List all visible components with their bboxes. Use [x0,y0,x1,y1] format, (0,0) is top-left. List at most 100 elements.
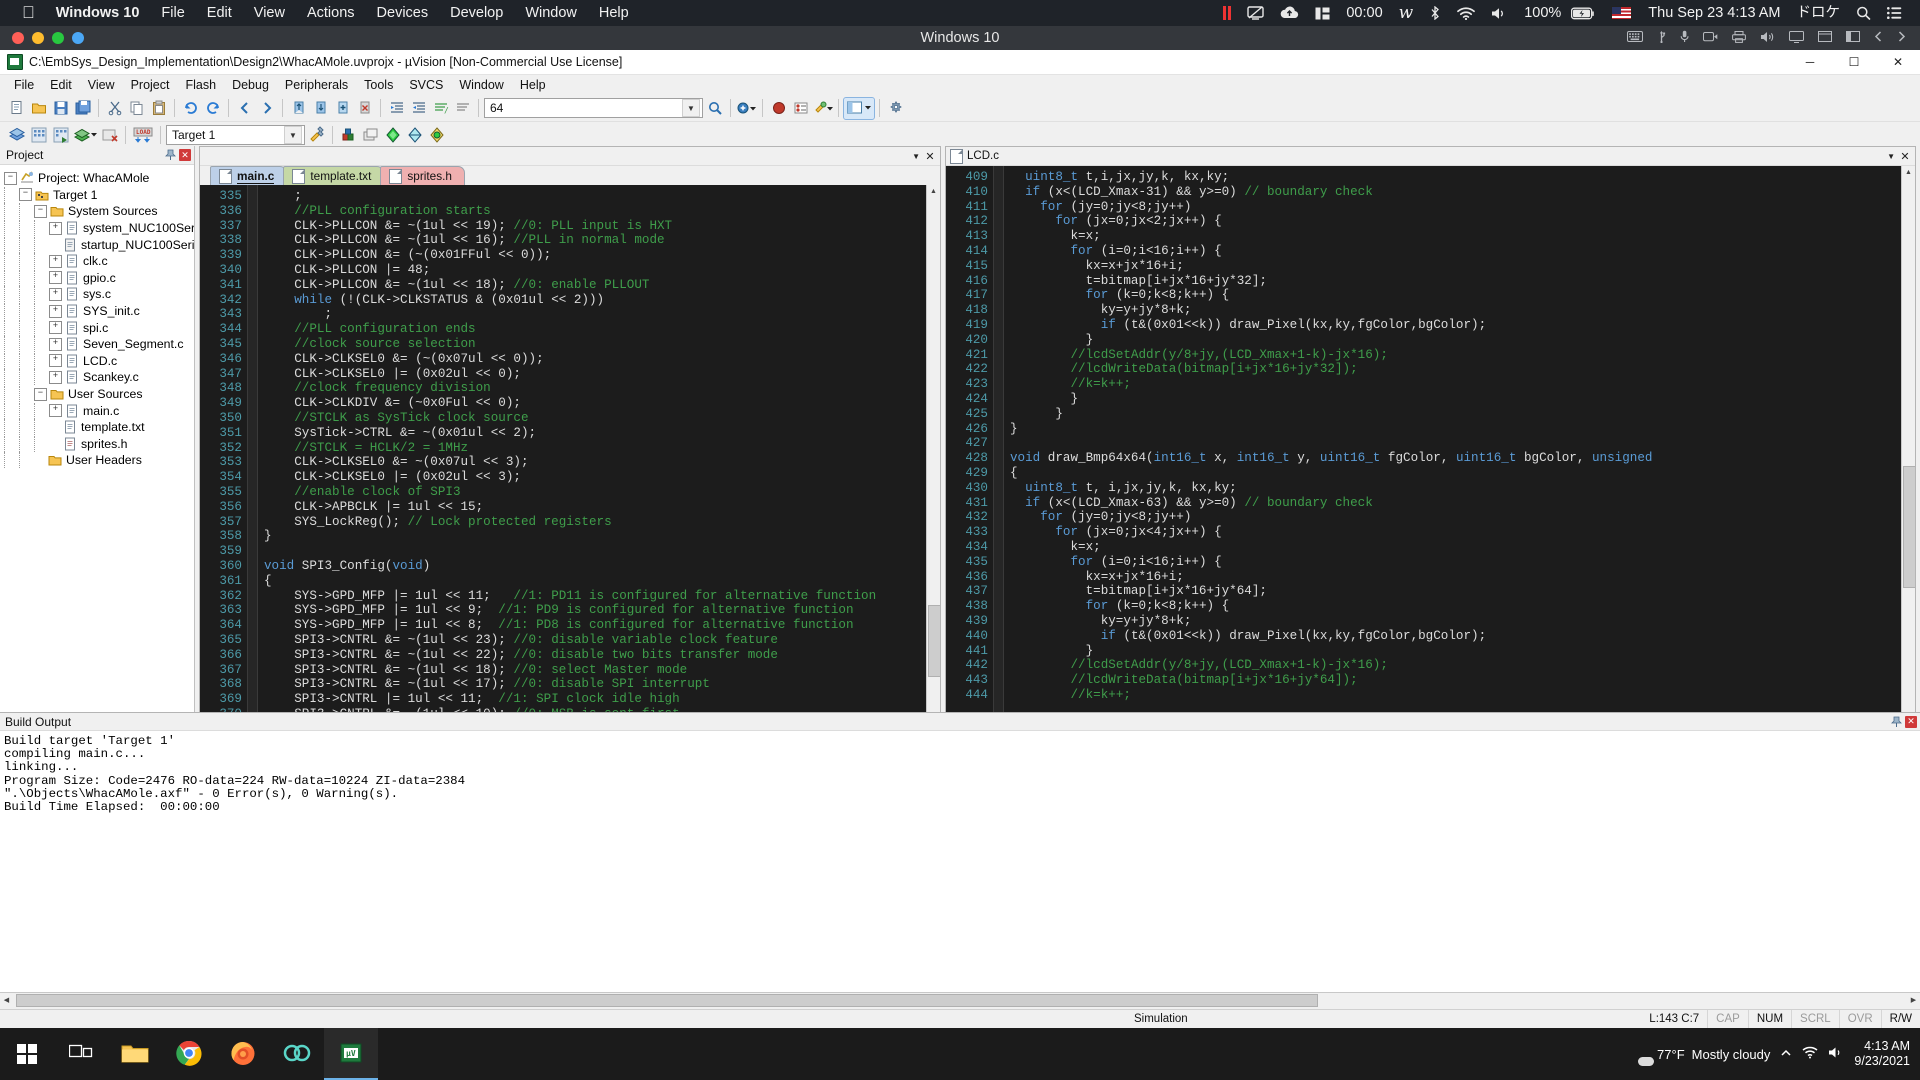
tree-item[interactable]: + SYS_init.c [4,303,194,320]
network-icon[interactable] [1802,1046,1818,1062]
vscroll-thumb[interactable] [1903,466,1915,588]
indent-icon[interactable] [386,98,407,119]
copy-icon[interactable] [126,98,147,119]
input-source-label[interactable]: ドロケ [1789,0,1849,26]
uvision-taskbar-button[interactable]: µV [324,1028,378,1080]
apple-logo-icon[interactable]:  [12,2,45,24]
tree-item[interactable]: − Target 1 [4,186,194,204]
tree-expander[interactable]: + [49,221,62,235]
macos-menu-file[interactable]: File [150,0,195,26]
close-icon[interactable]: ✕ [924,150,936,163]
split-view-icon[interactable] [1307,7,1338,20]
camera-icon[interactable] [1703,31,1718,45]
menu-flash[interactable]: Flash [177,75,224,95]
tree-expander[interactable]: + [49,321,62,335]
pack-installer-icon[interactable] [382,125,403,146]
tree-item[interactable]: + clk.c [4,253,194,270]
chrome-button[interactable] [162,1028,216,1080]
tree-expander[interactable]: + [49,287,62,301]
chevron-down-icon[interactable]: ▼ [1887,152,1895,161]
paste-icon[interactable] [148,98,169,119]
vscroll-thumb[interactable] [928,605,940,677]
menu-debug[interactable]: Debug [224,75,277,95]
new-file-icon[interactable] [6,98,27,119]
clear-bookmarks-icon[interactable] [354,98,375,119]
menu-svcs[interactable]: SVCS [401,75,451,95]
close-icon[interactable]: ✕ [1905,715,1917,728]
scroll-up-icon[interactable]: ▲ [1902,166,1915,179]
find-in-files-icon[interactable] [704,98,725,119]
macos-active-app-name[interactable]: Windows 10 [45,0,151,26]
scroll-right-icon[interactable]: ▶ [1907,993,1920,1006]
find-combobox[interactable]: 64 ▼ [484,98,703,118]
next-bookmark-icon[interactable] [310,98,331,119]
prev-icon[interactable] [1874,31,1883,45]
macos-clock[interactable]: Thu Sep 23 4:13 AM [1640,0,1788,26]
translate-file-icon[interactable] [72,125,98,146]
editor-tab[interactable]: sprites.h [380,166,465,185]
cloud-upload-icon[interactable] [1272,6,1307,20]
teams-button[interactable] [270,1028,324,1080]
macos-menu-help[interactable]: Help [588,0,640,26]
uncomment-icon[interactable] [452,98,473,119]
macos-menu-edit[interactable]: Edit [196,0,243,26]
batch-build-icon[interactable] [50,125,71,146]
macos-menu-devices[interactable]: Devices [366,0,440,26]
macos-menu-actions[interactable]: Actions [296,0,366,26]
weather-widget[interactable]: 77°F Mostly cloudy [1624,1044,1770,1066]
outdent-icon[interactable] [408,98,429,119]
insert-bookmark-icon[interactable] [332,98,353,119]
next-icon[interactable] [1897,31,1906,45]
bluetooth-icon[interactable] [1421,6,1449,20]
tree-expander[interactable]: + [49,354,62,368]
tree-item[interactable]: + LCD.c [4,352,194,370]
keyboard-icon[interactable] [1627,31,1643,45]
config-wizard-icon[interactable] [812,98,833,119]
tree-item[interactable]: template.txt [4,419,194,436]
build-icon[interactable] [6,125,27,146]
cut-icon[interactable] [104,98,125,119]
build-output-text[interactable]: Build target 'Target 1' compiling main.c… [0,731,1920,814]
hscroll-thumb[interactable] [16,994,1318,1007]
download-icon[interactable]: LOAD [131,125,155,146]
chevron-down-icon[interactable]: ▼ [682,99,700,117]
firefox-button[interactable] [216,1028,270,1080]
rebuild-icon[interactable] [28,125,49,146]
nav-forward-icon[interactable] [256,98,277,119]
nav-back-icon[interactable] [234,98,255,119]
tree-expander[interactable]: − [19,188,32,202]
chevron-down-icon[interactable]: ▼ [912,152,920,161]
target-options-icon[interactable] [306,125,327,146]
build-output-hscrollbar[interactable]: ◀ ▶ [0,992,1920,1007]
find-input-value[interactable]: 64 [490,101,682,115]
settings-icon[interactable] [885,98,906,119]
close-icon[interactable]: ✕ [1899,150,1911,163]
tree-item[interactable]: − Project: WhacAMole [4,170,194,187]
wifi-icon[interactable] [1449,6,1483,20]
tree-item[interactable]: − User Sources [4,386,194,403]
tree-item[interactable]: + Seven_Segment.c [4,336,194,353]
editor-tab[interactable]: template.txt [283,166,385,185]
window-layout-icon[interactable] [843,96,875,120]
maximize-button[interactable]: ☐ [1832,50,1876,74]
target-selector-value[interactable]: Target 1 [172,128,284,142]
pin-icon[interactable] [1891,716,1902,728]
vlc-icon[interactable]: w [1391,0,1422,26]
bookmark-dropdown-icon[interactable] [736,98,757,119]
control-center-icon[interactable] [1879,7,1910,19]
tree-item[interactable]: sprites.h [4,435,194,453]
printer-icon[interactable] [1732,30,1746,46]
save-all-icon[interactable] [72,98,93,119]
prev-bookmark-icon[interactable] [288,98,309,119]
tree-item[interactable]: User Headers [4,452,194,469]
multi-project-icon[interactable] [360,125,381,146]
start-button[interactable] [0,1028,54,1080]
tree-item[interactable]: − System Sources [4,203,194,220]
breakpoint-list-icon[interactable] [790,98,811,119]
macos-menu-view[interactable]: View [243,0,296,26]
save-icon[interactable] [50,98,71,119]
file-explorer-button[interactable] [108,1028,162,1080]
tree-item[interactable]: + system_NUC100Series.c [4,220,194,237]
battery-percent-label[interactable]: 100% [1516,0,1569,26]
pin-icon[interactable] [165,149,176,161]
